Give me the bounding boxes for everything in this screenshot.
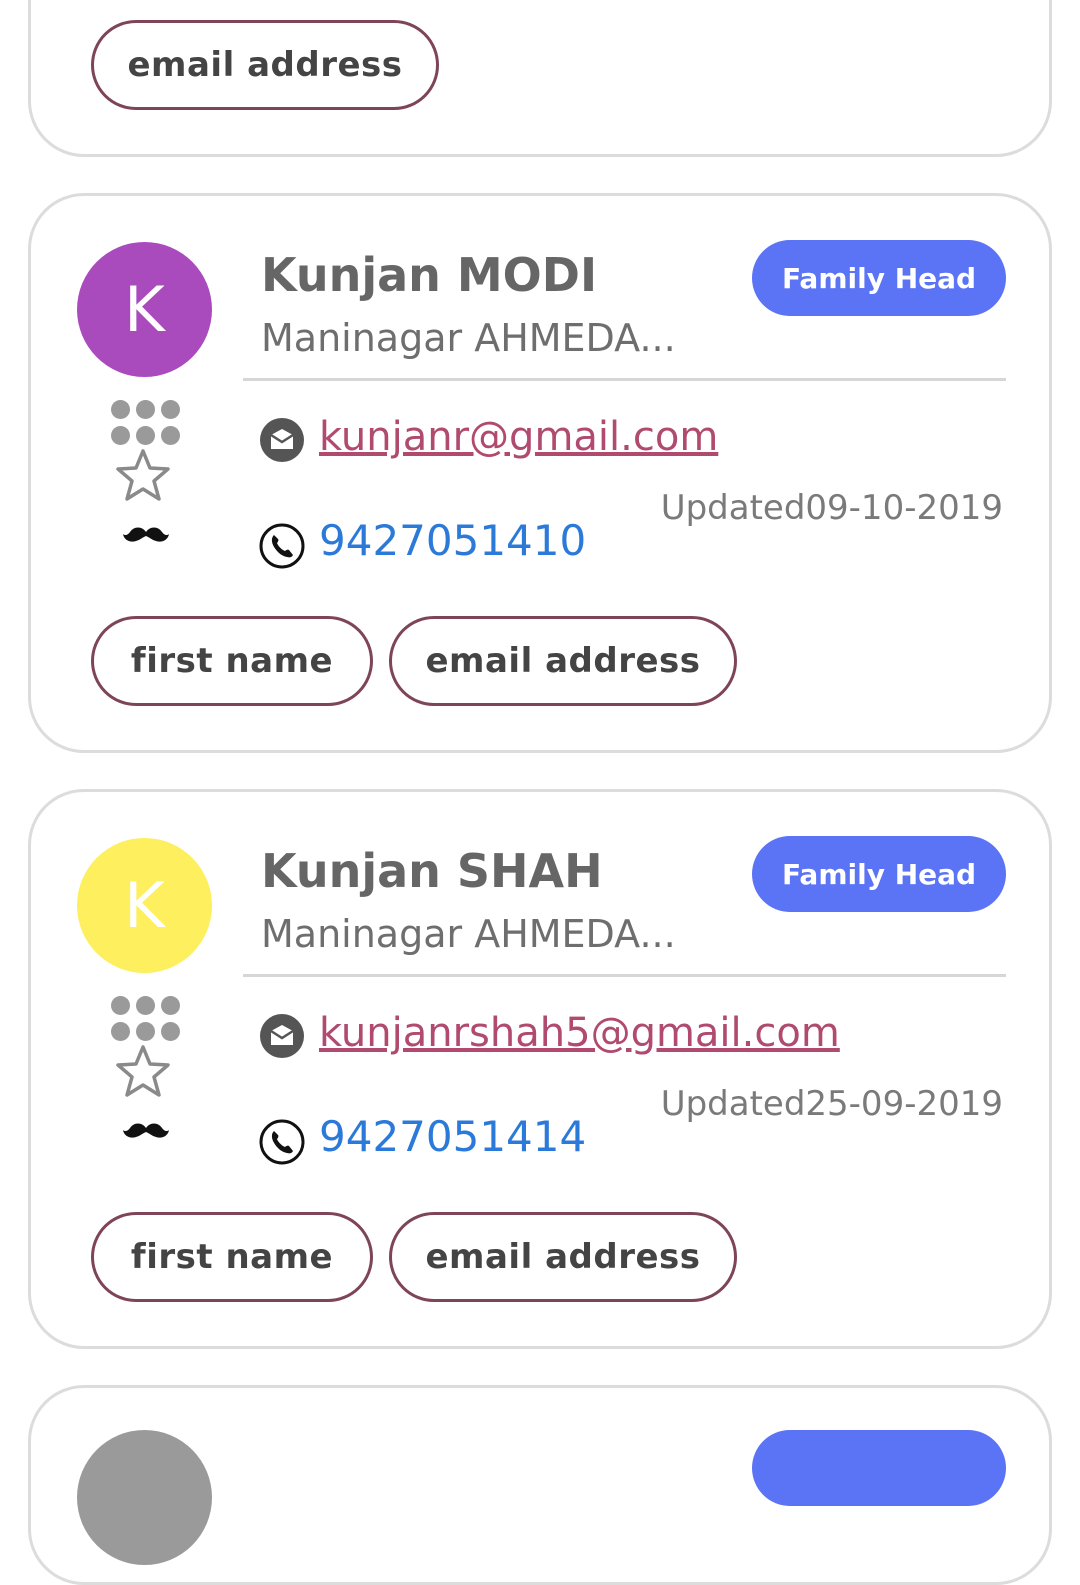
email-address-chip[interactable]: email address [91, 20, 439, 110]
family-head-badge: Family Head [752, 240, 1006, 316]
phone-icon [259, 523, 305, 569]
phone-link[interactable]: 9427051414 [319, 1112, 586, 1161]
star-icon[interactable] [113, 446, 173, 506]
contact-address: Maninagar AHMEDA... [261, 912, 676, 956]
contact-card-partial-bottom[interactable] [28, 1385, 1052, 1585]
mail-icon [260, 418, 304, 462]
first-name-chip[interactable]: first name [91, 616, 373, 706]
divider [243, 378, 1006, 381]
email-link[interactable]: kunjanr@gmail.com [319, 414, 718, 460]
family-head-badge: Family Head [752, 836, 1006, 912]
contact-name: Kunjan SHAH [261, 844, 603, 898]
dialpad-icon[interactable] [111, 996, 181, 1042]
email-link[interactable]: kunjanrshah5@gmail.com [319, 1010, 840, 1056]
avatar: K [77, 242, 212, 377]
contact-address: Maninagar AHMEDA... [261, 316, 676, 360]
star-icon[interactable] [113, 1042, 173, 1102]
updated-date: Updated09-10-2019 [660, 488, 1003, 528]
mustache-icon [123, 527, 169, 542]
family-head-badge [752, 1430, 1006, 1506]
updated-date: Updated25-09-2019 [660, 1084, 1003, 1124]
divider [243, 974, 1006, 977]
mustache-icon [123, 1123, 169, 1138]
mail-icon [260, 1014, 304, 1058]
phone-icon [259, 1119, 305, 1165]
contact-card[interactable]: K Kunjan SHAH Maninagar AHMEDA... Family… [28, 789, 1052, 1349]
email-address-chip[interactable]: email address [389, 1212, 737, 1302]
first-name-chip[interactable]: first name [91, 1212, 373, 1302]
contact-card[interactable]: K Kunjan MODI Maninagar AHMEDA... Family… [28, 193, 1052, 753]
avatar: K [77, 838, 212, 973]
email-address-chip[interactable]: email address [389, 616, 737, 706]
contact-card-partial-top: email address [28, 0, 1052, 157]
phone-link[interactable]: 9427051410 [319, 516, 586, 565]
dialpad-icon[interactable] [111, 400, 181, 446]
contact-name: Kunjan MODI [261, 248, 598, 302]
avatar [77, 1430, 212, 1565]
